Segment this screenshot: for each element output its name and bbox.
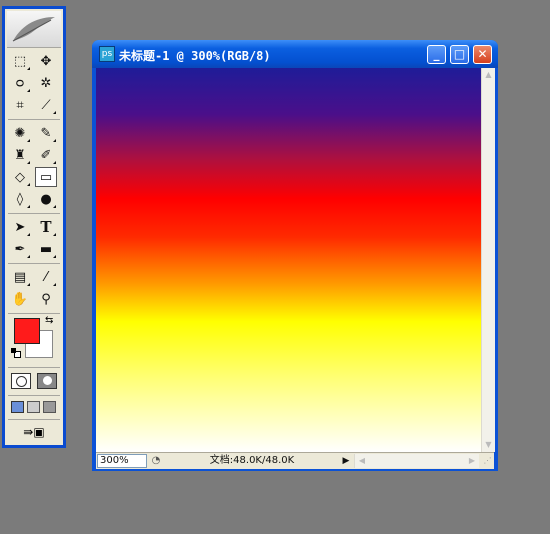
scroll-down-icon[interactable]: ▼ <box>483 439 494 451</box>
tool-glyph: ⚲ <box>41 291 51 307</box>
document-size-info: 文档:48.0K/48.0K <box>209 455 295 466</box>
tool-glyph: ➤ <box>14 219 26 235</box>
lasso-tool-icon[interactable]: ᴑ <box>9 73 31 93</box>
tool-glyph: ✒ <box>14 241 26 257</box>
tool-glyph: ⟋ <box>41 97 51 113</box>
shape-tool-icon[interactable]: ▬ <box>35 239 57 259</box>
tool-glyph: ● <box>40 191 52 207</box>
path-selection-tool-icon[interactable]: ➤ <box>9 217 31 237</box>
pen-tool-icon[interactable]: ✒ <box>9 239 31 259</box>
scroll-left-icon[interactable]: ◀ <box>356 454 368 468</box>
default-colors-icon[interactable] <box>11 348 21 358</box>
tool-glyph: ⌗ <box>16 97 24 113</box>
window-title: 未标题-1 @ 300%(RGB/8) <box>119 49 271 63</box>
scroll-up-icon[interactable]: ▲ <box>483 69 494 81</box>
close-button[interactable]: ✕ <box>473 45 492 64</box>
rectangular-marquee-tool-icon[interactable]: ⬚ <box>9 51 31 71</box>
tool-glyph: ⬚ <box>13 53 27 69</box>
standard-screen-mode-icon[interactable] <box>11 401 24 413</box>
toolbox-divider <box>8 119 60 120</box>
title-bar[interactable]: ps 未标题-1 @ 300%(RGB/8) _ □ ✕ <box>92 40 498 68</box>
tool-glyph: ▭ <box>39 169 53 185</box>
full-screen-mode-icon[interactable] <box>43 401 56 413</box>
horizontal-scrollbar[interactable]: ◀ ▶ <box>354 454 479 468</box>
image-canvas[interactable] <box>96 68 481 452</box>
gradient-tool-icon[interactable]: ▭ <box>35 167 57 187</box>
crop-tool-icon[interactable]: ⌗ <box>9 95 31 115</box>
scroll-right-icon[interactable]: ▶ <box>466 454 478 468</box>
status-options-arrow-icon[interactable]: ▶ <box>340 454 352 468</box>
magic-wand-tool-icon[interactable]: ✲ <box>35 73 57 93</box>
toolbox-divider <box>8 313 60 314</box>
tool-glyph: ♜ <box>14 147 26 163</box>
tool-glyph: ▤ <box>13 269 27 285</box>
clone-stamp-tool-icon[interactable]: ♜ <box>9 145 31 165</box>
move-tool-icon[interactable]: ✥ <box>35 51 57 71</box>
feather-logo-icon[interactable] <box>7 11 61 48</box>
zoom-level-field[interactable]: 300% <box>97 454 147 468</box>
tool-glyph: ✐ <box>40 147 52 163</box>
type-tool-icon[interactable]: T <box>35 217 57 237</box>
healing-brush-tool-icon[interactable]: ✺ <box>9 123 31 143</box>
eraser-tool-icon[interactable]: ◇ <box>9 167 31 187</box>
tool-glyph: ✋ <box>11 291 29 307</box>
hand-tool-icon[interactable]: ✋ <box>9 289 31 309</box>
history-brush-tool-icon[interactable]: ✐ <box>35 145 57 165</box>
minimize-button[interactable]: _ <box>427 45 446 64</box>
tool-glyph: ✎ <box>40 125 52 141</box>
toolbox-body: ⬚ ✥ ᴑ ✲ ⌗ ⟋ ✺ ✎ ♜ ✐ ◇ ▭ ◊ ● ➤ T ✒ ▬ ▤ ⁄ … <box>5 9 63 445</box>
toolbox-divider <box>8 395 60 396</box>
tool-glyph: ✥ <box>40 53 52 69</box>
tool-glyph: ⁄ <box>44 269 48 285</box>
status-menu-icon[interactable]: ◔ <box>149 454 163 468</box>
document-window: ps 未标题-1 @ 300%(RGB/8) _ □ ✕ ▲ ▼ 300% ◔ … <box>92 40 498 471</box>
jump-to-imageready-icon[interactable]: ⇛▣ <box>11 423 57 441</box>
foreground-color-swatch[interactable] <box>14 318 40 344</box>
resize-grip-icon[interactable]: ⋰ <box>482 456 493 467</box>
document-icon: ps <box>99 46 115 62</box>
slice-tool-icon[interactable]: ⟋ <box>35 95 57 115</box>
tool-glyph: ✺ <box>14 125 26 141</box>
tool-glyph: T <box>40 217 52 236</box>
maximize-button[interactable]: □ <box>450 45 469 64</box>
swap-colors-icon[interactable]: ⇆ <box>45 315 53 326</box>
tool-glyph: ✲ <box>40 75 52 91</box>
dodge-tool-icon[interactable]: ● <box>35 189 57 209</box>
tool-glyph: ◇ <box>15 169 25 185</box>
toolbox-divider <box>8 419 60 420</box>
status-bar: 300% ◔ 文档:48.0K/48.0K ▶ ◀ ▶ ⋰ <box>96 452 494 469</box>
blur-tool-icon[interactable]: ◊ <box>9 189 31 209</box>
toolbox-divider <box>8 367 60 368</box>
notes-tool-icon[interactable]: ▤ <box>9 267 31 287</box>
eyedropper-tool-icon[interactable]: ⁄ <box>35 267 57 287</box>
vertical-scrollbar[interactable]: ▲ ▼ <box>481 68 495 452</box>
full-screen-menu-mode-icon[interactable] <box>27 401 40 413</box>
zoom-tool-icon[interactable]: ⚲ <box>35 289 57 309</box>
quick-mask-mode-icon[interactable] <box>37 373 57 389</box>
toolbox-divider <box>8 213 60 214</box>
brush-tool-icon[interactable]: ✎ <box>35 123 57 143</box>
tool-glyph: ▬ <box>39 241 53 257</box>
tool-glyph: ᴑ <box>15 75 25 91</box>
tool-glyph: ◊ <box>16 191 24 207</box>
standard-mode-icon[interactable] <box>11 373 31 389</box>
toolbox-divider <box>8 263 60 264</box>
toolbox-panel: ⬚ ✥ ᴑ ✲ ⌗ ⟋ ✺ ✎ ♜ ✐ ◇ ▭ ◊ ● ➤ T ✒ ▬ ▤ ⁄ … <box>2 6 66 448</box>
